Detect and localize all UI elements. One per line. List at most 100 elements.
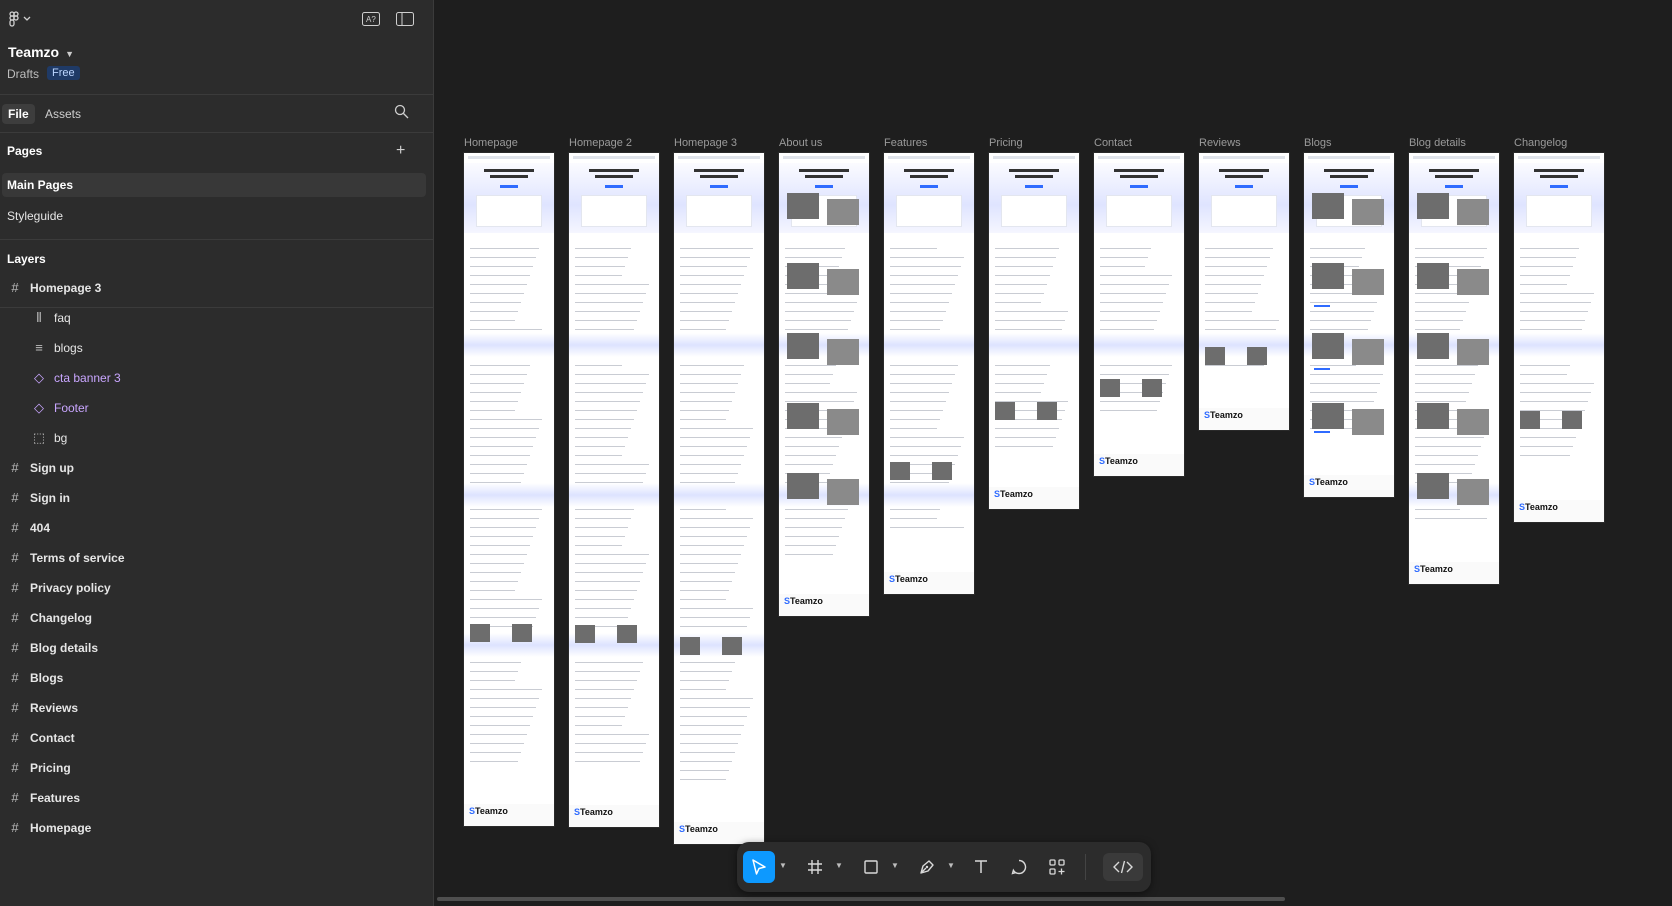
layer-cta-banner-3[interactable]: ◇ cta banner 3 [0, 364, 432, 392]
frame-thumbnail-homepage-3[interactable]: STeamzo [674, 153, 764, 844]
thumb-text-line [1520, 302, 1591, 303]
thumb-text-line [680, 329, 726, 330]
layer-homepage-3[interactable]: # Homepage 3 [0, 274, 432, 302]
chevron-down-icon[interactable]: ▼ [779, 861, 787, 870]
frame-thumbnail-changelog[interactable]: STeamzo [1514, 153, 1604, 522]
tab-file[interactable]: File [2, 104, 35, 124]
thumb-photo [1352, 339, 1384, 365]
thumb-text-line [995, 311, 1068, 312]
tab-assets[interactable]: Assets [39, 104, 87, 124]
bottom-toolbar: ▼ ▼ ▼ ▼ [737, 842, 1151, 892]
thumb-heading [904, 169, 954, 172]
layer-terms-of-service[interactable]: # Terms of service [0, 544, 432, 572]
design-canvas[interactable]: Homepage STeamzo Homepage 2 STeamzo Homepage… [434, 0, 1672, 906]
shape-tool-button[interactable] [855, 851, 887, 883]
dev-mode-toggle[interactable] [1103, 853, 1143, 881]
sidebar-panel-icon [396, 12, 414, 26]
thumb-text-line [785, 311, 854, 312]
thumb-text-line [680, 734, 741, 735]
pen-tool-button[interactable] [911, 851, 943, 883]
layer-sign-in[interactable]: # Sign in [0, 484, 432, 512]
layer-contact[interactable]: # Contact [0, 724, 432, 752]
actions-tool-button[interactable] [1041, 851, 1073, 883]
frame-label-contact[interactable]: Contact [1094, 137, 1132, 149]
thumb-text-line [680, 698, 753, 699]
layer-blog-details[interactable]: # Blog details [0, 634, 432, 662]
frame-thumbnail-contact[interactable]: STeamzo [1094, 153, 1184, 476]
thumb-text-line [890, 518, 937, 519]
add-page-button[interactable]: + [396, 142, 405, 160]
layer-bg[interactable]: ⬚ bg [0, 424, 432, 452]
frame-label-blog-details[interactable]: Blog details [1409, 137, 1466, 149]
toggle-sidebar-button[interactable] [396, 12, 414, 29]
layer-features[interactable]: # Features [0, 784, 432, 812]
thumb-gradient-band [884, 483, 974, 507]
layer-blogs[interactable]: ≡ blogs [0, 334, 432, 362]
thumb-text-line [575, 383, 646, 384]
frame-label-homepage[interactable]: Homepage [464, 137, 518, 149]
font-substitution-button[interactable]: A? [362, 12, 380, 29]
thumb-photo [890, 462, 910, 480]
layer-sign-up[interactable]: # Sign up [0, 454, 432, 482]
frame-icon: # [11, 490, 19, 505]
pen-nib-icon [920, 860, 934, 874]
thumb-mockup [1106, 195, 1172, 227]
text-tool-button[interactable] [965, 851, 997, 883]
frame-label-homepage-2[interactable]: Homepage 2 [569, 137, 632, 149]
frame-label-features[interactable]: Features [884, 137, 927, 149]
chevron-down-icon[interactable]: ▼ [891, 861, 899, 870]
frame-thumbnail-pricing[interactable]: STeamzo [989, 153, 1079, 509]
frame-thumbnail-blogs[interactable]: STeamzo [1304, 153, 1394, 497]
layer-pricing[interactable]: # Pricing [0, 754, 432, 782]
thumb-brand-logo: STeamzo [1204, 410, 1243, 420]
frame-label-homepage-3[interactable]: Homepage 3 [674, 137, 737, 149]
thumb-text-line [680, 428, 753, 429]
frame-thumbnail-homepage[interactable]: STeamzo [464, 153, 554, 826]
thumb-text-line [1310, 257, 1362, 258]
frame-label-reviews[interactable]: Reviews [1199, 137, 1241, 149]
layer-404[interactable]: #404 [0, 514, 432, 542]
chevron-down-icon[interactable]: ▼ [947, 861, 955, 870]
search-layers-button[interactable] [394, 104, 409, 122]
layer-changelog[interactable]: # Changelog [0, 604, 432, 632]
plan-badge[interactable]: Free [47, 66, 80, 80]
horizontal-scrollbar[interactable] [437, 897, 1285, 901]
frame-label-pricing[interactable]: Pricing [989, 137, 1023, 149]
comment-tool-button[interactable] [1003, 851, 1035, 883]
page-item-styleguide[interactable]: Styleguide [2, 204, 426, 228]
thumb-heading [1435, 175, 1473, 178]
frame-label-changelog[interactable]: Changelog [1514, 137, 1567, 149]
frame-thumbnail-about-us[interactable]: STeamzo [779, 153, 869, 616]
thumb-text-line [1310, 248, 1365, 249]
thumb-photo [1520, 411, 1540, 429]
project-location[interactable]: Drafts [7, 67, 39, 81]
thumb-mockup [1526, 195, 1592, 227]
frame-thumbnail-features[interactable]: STeamzo [884, 153, 974, 594]
layer-blogs[interactable]: # Blogs [0, 664, 432, 692]
thumb-text-line [680, 563, 738, 564]
thumb-text-line [1415, 374, 1475, 375]
move-tool-button[interactable] [743, 851, 775, 883]
page-item-main-pages[interactable]: Main Pages [2, 173, 426, 197]
frame-thumbnail-reviews[interactable]: STeamzo [1199, 153, 1289, 430]
thumb-text-line [1520, 374, 1567, 375]
main-menu-button[interactable] [8, 11, 32, 30]
thumb-text-line [470, 617, 536, 618]
layer-footer[interactable]: ◇ Footer [0, 394, 432, 422]
layer-privacy-policy[interactable]: # Privacy policy [0, 574, 432, 602]
frame-label-about-us[interactable]: About us [779, 137, 822, 149]
layer-label: Blog details [30, 641, 99, 655]
frame-thumbnail-homepage-2[interactable]: STeamzo [569, 153, 659, 827]
pages-heading: Pages [7, 144, 43, 158]
layer-faq[interactable]: ⫴ faq [0, 304, 432, 332]
chevron-down-icon[interactable]: ▼ [835, 861, 843, 870]
frame-label-blogs[interactable]: Blogs [1304, 137, 1332, 149]
frame-thumbnail-blog-details[interactable]: STeamzo [1409, 153, 1499, 584]
layer-reviews[interactable]: # Reviews [0, 694, 432, 722]
thumb-text-line [785, 293, 830, 294]
layer-homepage[interactable]: # Homepage [0, 814, 432, 842]
thumb-text-line [470, 392, 521, 393]
project-name-menu[interactable]: Teamzo ▼ [8, 44, 74, 60]
thumb-text-line [995, 446, 1053, 447]
frame-tool-button[interactable] [799, 851, 831, 883]
